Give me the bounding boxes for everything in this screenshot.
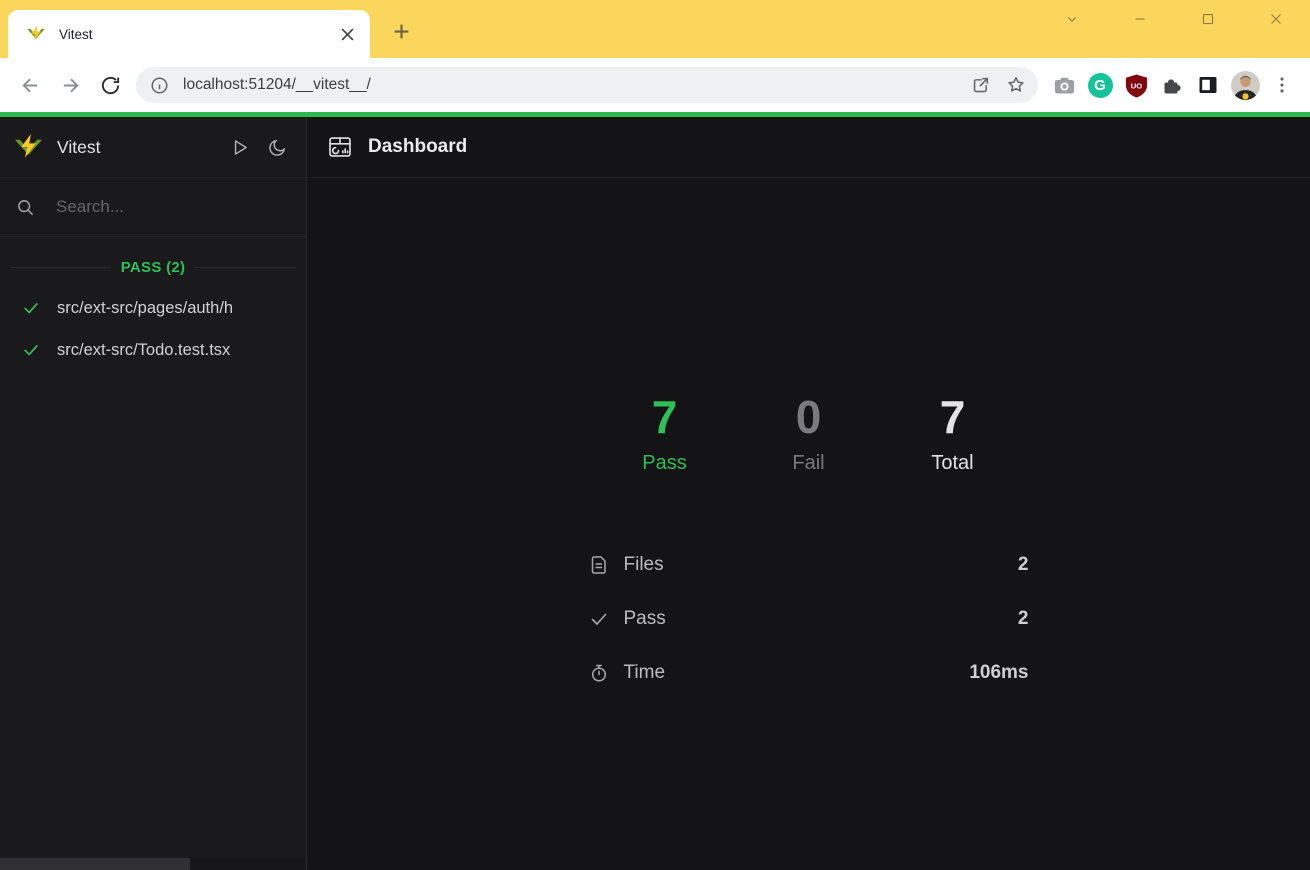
tab-close-icon[interactable] — [336, 23, 358, 45]
run-details: Files 2 Pass 2 — [589, 551, 1029, 687]
browser-tab[interactable]: Vitest — [8, 10, 370, 58]
forward-icon[interactable] — [50, 65, 90, 105]
search-input[interactable] — [56, 197, 290, 217]
detail-row-time: Time 106ms — [589, 659, 1029, 687]
reload-icon[interactable] — [90, 65, 130, 105]
total-count: 7 — [899, 392, 1007, 443]
test-file-row[interactable]: src/ext-src/Todo.test.tsx — [0, 329, 306, 371]
timer-icon — [589, 663, 609, 683]
stat-pass: 7 Pass — [611, 392, 719, 475]
pass-check-icon — [22, 299, 40, 317]
share-icon[interactable] — [962, 67, 998, 103]
detail-label: Files — [624, 554, 664, 576]
search-row — [0, 178, 306, 237]
sidebar: Vitest — [0, 117, 307, 870]
pass-section-header: PASS (2) — [0, 250, 306, 284]
vitest-logo-icon — [13, 132, 44, 163]
detail-row-pass: Pass 2 — [589, 605, 1029, 633]
check-icon — [589, 609, 609, 629]
screenshot-camera-icon[interactable] — [1046, 68, 1082, 102]
detail-row-files: Files 2 — [589, 551, 1029, 579]
sidebar-header: Vitest — [0, 117, 306, 178]
maximize-button[interactable] — [1174, 0, 1242, 38]
site-info-icon[interactable] — [149, 75, 170, 96]
chevron-down-icon[interactable] — [1038, 0, 1106, 38]
profile-avatar[interactable] — [1226, 68, 1264, 102]
pass-count: 7 — [611, 392, 719, 443]
svg-text:UO: UO — [1130, 81, 1142, 90]
extensions-puzzle-icon[interactable] — [1154, 68, 1190, 102]
app-title: Vitest — [57, 137, 226, 158]
side-panel-icon[interactable] — [1190, 68, 1226, 102]
browser-menu-icon[interactable] — [1264, 68, 1300, 102]
test-file-list: src/ext-src/pages/auth/h src/ext-src/Tod… — [0, 287, 306, 371]
new-tab-button[interactable] — [386, 16, 416, 46]
test-file-path: src/ext-src/pages/auth/h — [57, 299, 233, 318]
vitest-favicon-icon — [26, 24, 46, 44]
stat-total: 7 Total — [899, 392, 1007, 475]
close-window-button[interactable] — [1242, 0, 1310, 38]
vitest-app: Vitest — [0, 117, 1310, 870]
dashboard-icon — [327, 134, 353, 160]
minimize-button[interactable] — [1106, 0, 1174, 38]
dashboard-panel: Dashboard 7 Pass 0 Fail 7 Total — [307, 117, 1310, 870]
test-file-path: src/ext-src/Todo.test.tsx — [57, 341, 230, 360]
file-icon — [589, 555, 609, 575]
browser-toolbar: localhost:51204/__vitest__/ — [0, 58, 1310, 112]
back-icon[interactable] — [10, 65, 50, 105]
url-text[interactable]: localhost:51204/__vitest__/ — [183, 76, 962, 94]
test-file-row[interactable]: src/ext-src/pages/auth/h — [0, 287, 306, 329]
detail-value: 2 — [1018, 608, 1029, 630]
pass-label: Pass — [611, 452, 719, 475]
stat-fail: 0 Fail — [755, 392, 863, 475]
horizontal-scrollbar[interactable] — [0, 858, 305, 870]
fail-label: Fail — [755, 452, 863, 475]
detail-value: 106ms — [969, 662, 1028, 684]
browser-window: Vitest — [0, 0, 1310, 870]
scrollbar-thumb[interactable] — [0, 858, 190, 870]
pass-check-icon — [22, 341, 40, 359]
extensions-row: G UO — [1046, 68, 1300, 102]
tab-strip: Vitest — [0, 0, 1310, 58]
dashboard-body: 7 Pass 0 Fail 7 Total — [307, 178, 1310, 870]
bookmark-star-icon[interactable] — [998, 67, 1034, 103]
detail-value: 2 — [1018, 554, 1029, 576]
test-summary-stats: 7 Pass 0 Fail 7 Total — [307, 392, 1310, 475]
detail-label: Pass — [624, 608, 666, 630]
run-all-play-icon[interactable] — [226, 134, 252, 160]
grammarly-icon[interactable]: G — [1082, 68, 1118, 102]
fail-count: 0 — [755, 392, 863, 443]
page-title: Dashboard — [368, 136, 467, 158]
window-controls — [1038, 0, 1310, 38]
detail-label: Time — [624, 662, 666, 684]
address-bar[interactable]: localhost:51204/__vitest__/ — [136, 67, 1038, 103]
pass-section-label: PASS (2) — [121, 259, 186, 276]
ublock-icon[interactable]: UO — [1118, 68, 1154, 102]
dark-mode-moon-icon[interactable] — [264, 134, 290, 160]
dashboard-header: Dashboard — [307, 117, 1310, 178]
total-label: Total — [899, 452, 1007, 475]
search-icon — [16, 198, 35, 217]
tab-title: Vitest — [59, 27, 336, 42]
